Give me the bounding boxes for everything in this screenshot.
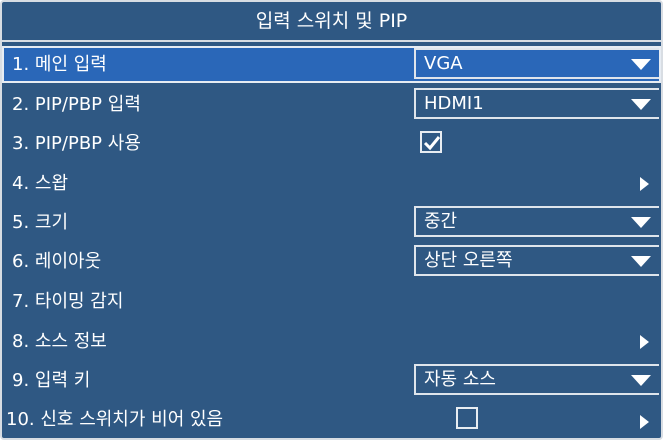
menu-item-pip-pbp-input[interactable]: 2. PIP/PBP 입력 HDMI1 bbox=[2, 86, 661, 123]
signal-switch-empty-checkbox[interactable] bbox=[456, 407, 478, 429]
checkmark-icon bbox=[423, 136, 441, 151]
menu-item-pip-pbp-enable[interactable]: 3. PIP/PBP 사용 bbox=[2, 125, 661, 162]
menu-item-label: 1. 메인 입력 bbox=[12, 54, 107, 75]
pip-pbp-input-dropdown[interactable]: HDMI1 bbox=[414, 88, 659, 119]
menu-item-label: 8. 소스 정보 bbox=[12, 331, 107, 352]
layout-dropdown[interactable]: 상단 오른쪽 bbox=[414, 245, 659, 276]
chevron-right-icon bbox=[640, 335, 649, 349]
menu-item-main-input[interactable]: 1. 메인 입력 VGA bbox=[2, 46, 661, 83]
osd-menu-panel: 입력 스위치 및 PIP 1. 메인 입력 VGA 2. PIP/PBP 입력 … bbox=[0, 0, 663, 440]
chevron-down-icon bbox=[631, 256, 651, 267]
menu-item-timing-detect[interactable]: 7. 타이밍 감지 bbox=[2, 283, 661, 320]
menu-item-size[interactable]: 5. 크기 중간 bbox=[2, 204, 661, 241]
menu-item-layout[interactable]: 6. 레이아웃 상단 오른쪽 bbox=[2, 243, 661, 280]
menu-title: 입력 스위치 및 PIP bbox=[2, 2, 661, 42]
menu-item-label: 6. 레이아웃 bbox=[12, 251, 102, 272]
size-dropdown[interactable]: 중간 bbox=[414, 206, 659, 237]
chevron-right-icon bbox=[640, 415, 649, 429]
menu-item-input-key[interactable]: 9. 입력 키 자동 소스 bbox=[2, 362, 661, 399]
chevron-right-icon bbox=[640, 177, 649, 191]
menu-item-label: 5. 크기 bbox=[12, 212, 69, 233]
menu-item-label: 7. 타이밍 감지 bbox=[12, 291, 124, 312]
menu-item-source-info[interactable]: 8. 소스 정보 bbox=[2, 323, 661, 360]
menu-item-signal-switch-empty[interactable]: 10. 신호 스위치가 비어 있음 bbox=[2, 401, 661, 438]
dropdown-value: 상단 오른쪽 bbox=[424, 250, 513, 271]
chevron-down-icon bbox=[631, 217, 651, 228]
menu-item-swap[interactable]: 4. 스왑 bbox=[2, 165, 661, 202]
dropdown-value: VGA bbox=[424, 53, 463, 74]
pip-pbp-enable-checkbox[interactable] bbox=[420, 131, 442, 153]
chevron-down-icon bbox=[631, 375, 651, 386]
main-input-dropdown[interactable]: VGA bbox=[414, 48, 659, 79]
chevron-down-icon bbox=[631, 99, 651, 110]
menu-item-label: 4. 스왑 bbox=[12, 173, 69, 194]
dropdown-value: 자동 소스 bbox=[424, 369, 496, 390]
menu-item-label: 9. 입력 키 bbox=[12, 370, 91, 391]
menu-item-label: 3. PIP/PBP 사용 bbox=[12, 133, 141, 154]
input-key-dropdown[interactable]: 자동 소스 bbox=[414, 364, 659, 395]
dropdown-value: 중간 bbox=[424, 211, 458, 232]
chevron-down-icon bbox=[631, 59, 651, 70]
dropdown-value: HDMI1 bbox=[424, 93, 484, 114]
menu-item-label: 2. PIP/PBP 입력 bbox=[12, 94, 141, 115]
menu-item-label: 10. 신호 스위치가 비어 있음 bbox=[6, 409, 224, 430]
